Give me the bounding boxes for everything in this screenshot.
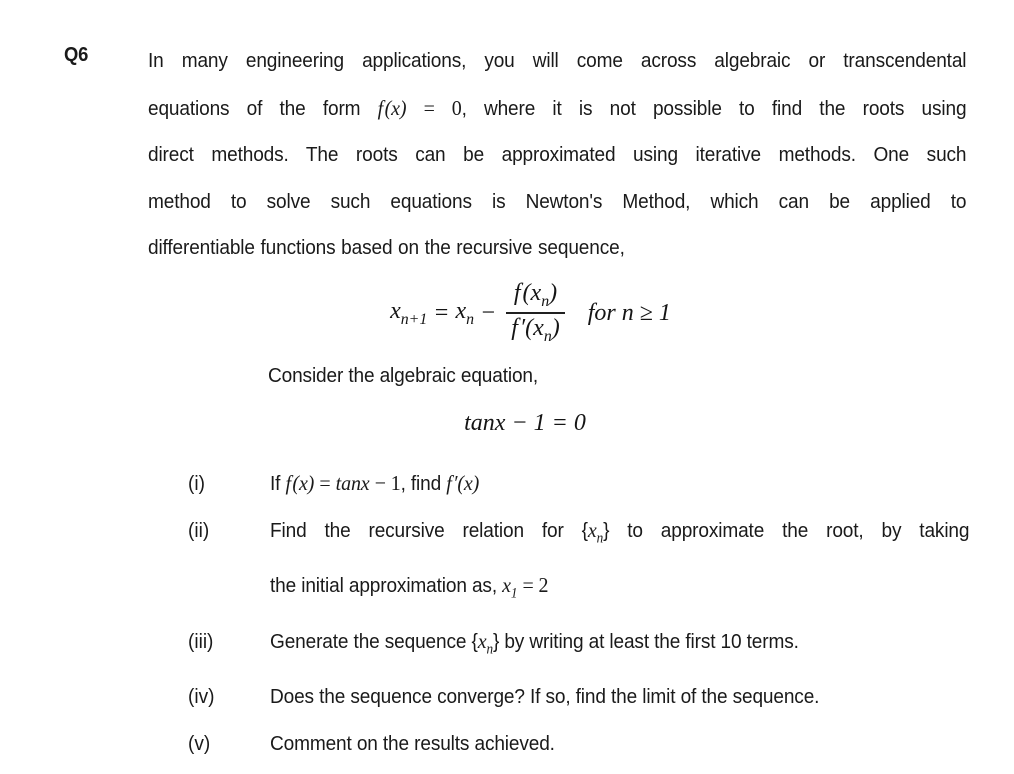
formula-lhs: xn+1	[390, 297, 428, 328]
math-fx-eq-zero: f (x)	[377, 95, 407, 120]
numerator-subscript: n	[541, 292, 550, 310]
denominator-subscript: n	[543, 327, 552, 345]
item-v-line-1: Comment on the results achieved.	[270, 731, 555, 755]
question-body-column: In many engineering applications, you wi…	[148, 38, 967, 272]
consider-text: Consider the algebraic equation,	[268, 364, 539, 387]
item-iii-line-1: Generate the sequence {xn} by writing at…	[270, 628, 799, 657]
item-i-line-1: If f (x) = tanx − 1, find f ′(x)	[270, 471, 480, 495]
math-minus-one: − 1	[374, 471, 401, 495]
formula-minus: −	[480, 299, 497, 326]
formula-fraction: f (xn) f ′(xn)	[506, 280, 565, 345]
formula-term-subscript: n	[466, 310, 475, 328]
intro-line-2: equations of the form f (x) = 0, where i…	[148, 95, 967, 120]
sub-question-list: (i) If f (x) = tanx − 1, find f ′(x) (ii…	[0, 460, 1014, 767]
item-iv-line-1: Does the sequence converge? If so, find …	[270, 684, 820, 708]
math-xn-set: xn	[587, 518, 604, 547]
list-item: (ii) Find the recursive relation for {xn…	[0, 507, 1014, 618]
math-tanx: tanx	[335, 471, 370, 495]
item-ii-line-2: the initial approximation as, x1 = 2	[270, 573, 549, 602]
intro-line-5-text: differentiable functions based on the re…	[148, 236, 625, 259]
math-equals: =	[319, 471, 331, 495]
main-equation-text: tanx − 1 = 0	[464, 410, 586, 436]
list-item: (iii) Generate the sequence {xn} by writ…	[0, 618, 1014, 673]
question-block: Q6 In many engineering applications, you…	[0, 38, 1014, 272]
newton-method-formula: xn+1 = xn − f (xn) f ′(xn) for n ≥ 1	[0, 280, 1014, 345]
list-item: (iv) Does the sequence converge? If so, …	[0, 673, 1014, 720]
formula-condition: for n ≥ 1	[587, 299, 671, 326]
list-item: (v) Comment on the results achieved.	[0, 720, 1014, 767]
math-xn-set-2: xn	[477, 628, 493, 657]
intro-paragraph: In many engineering applications, you wi…	[148, 38, 967, 272]
math-x1-value: = 2	[522, 573, 549, 598]
question-label: Q6	[64, 44, 89, 66]
math-f-prime-x: f ′(x)	[446, 471, 480, 495]
intro-line-3-text: direct methods. The roots can be approxi…	[148, 143, 967, 166]
item-body-iv: Does the sequence converge? If so, find …	[270, 673, 986, 720]
list-item: (i) If f (x) = tanx − 1, find f ′(x)	[0, 460, 1014, 507]
item-body-ii: Find the recursive relation for {xn} to …	[270, 507, 986, 618]
intro-line-1: In many engineering applications, you wi…	[148, 38, 967, 85]
math-f-of-x: f (x)	[285, 471, 315, 495]
formula-denominator: f ′(xn)	[511, 315, 560, 345]
formula-lhs-subscript: n+1	[400, 310, 428, 328]
item-numeral-i: (i)	[188, 472, 205, 495]
item-ii-line-1: Find the recursive relation for {xn} to …	[270, 518, 970, 547]
item-numeral-iii: (iii)	[188, 629, 214, 653]
formula-numerator: f (xn)	[513, 280, 558, 310]
item-numeral-v: (v)	[188, 731, 211, 755]
item-body-v: Comment on the results achieved.	[270, 720, 986, 767]
main-equation: tanx − 1 = 0	[0, 410, 1014, 437]
intro-line-5: differentiable functions based on the re…	[148, 225, 966, 272]
formula-equals: =	[433, 299, 450, 326]
item-numeral-ii: (ii)	[188, 519, 210, 542]
math-equals-zero: = 0	[423, 95, 462, 120]
item-body-i: If f (x) = tanx − 1, find f ′(x)	[270, 460, 986, 507]
item-body-iii: Generate the sequence {xn} by writing at…	[270, 618, 986, 673]
intro-line-1-text: In many engineering applications, you wi…	[148, 49, 967, 72]
math-x1: x1	[502, 573, 518, 602]
intro-line-3: direct methods. The roots can be approxi…	[148, 132, 967, 179]
intro-line-4-text: method to solve such equations is Newton…	[148, 189, 967, 213]
document-page: Q6 In many engineering applications, you…	[0, 0, 1014, 774]
intro-line-4: method to solve such equations is Newton…	[148, 179, 967, 226]
formula-term-xn: xn	[455, 297, 475, 328]
item-numeral-iv: (iv)	[188, 684, 215, 708]
